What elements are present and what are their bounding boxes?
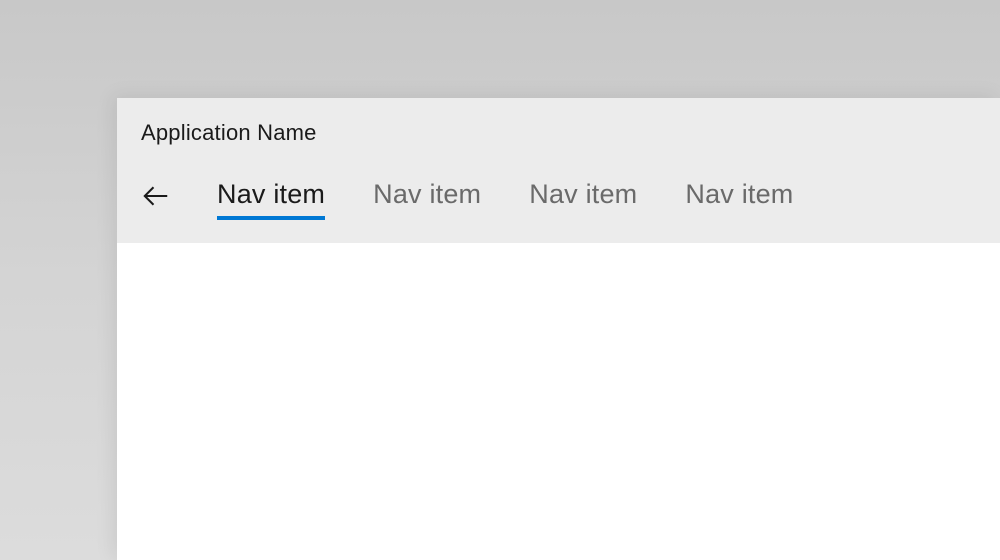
nav-item-4[interactable]: Nav item [685, 179, 793, 218]
nav-items: Nav item Nav item Nav item Nav item [217, 179, 794, 218]
nav-item-3[interactable]: Nav item [529, 179, 637, 218]
nav-item-2[interactable]: Nav item [373, 179, 481, 218]
content-area [117, 243, 1000, 560]
app-title: Application Name [141, 120, 976, 146]
nav-item-label: Nav item [373, 179, 481, 209]
nav-row: Nav item Nav item Nav item Nav item [141, 174, 976, 222]
nav-item-label: Nav item [217, 179, 325, 209]
back-arrow-icon [141, 181, 171, 216]
app-window: Application Name Nav item Nav item [117, 98, 1000, 560]
app-header: Application Name Nav item Nav item [117, 98, 1000, 243]
nav-item-label: Nav item [529, 179, 637, 209]
back-button[interactable] [141, 174, 189, 222]
nav-item-label: Nav item [685, 179, 793, 209]
nav-item-1[interactable]: Nav item [217, 179, 325, 218]
